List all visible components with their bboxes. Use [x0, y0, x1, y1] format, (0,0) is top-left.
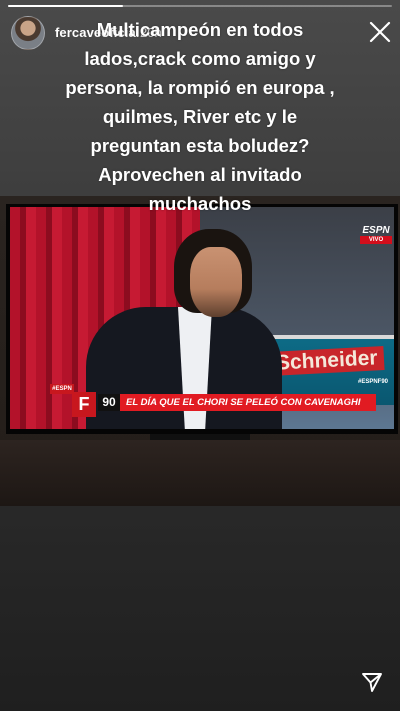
story-photo: ESPN VIVO Schneider #ESPNF90 #ESPN F 90 …	[0, 196, 400, 506]
story-view: fercaveoficial 20h ESPN VIVO Schneider #…	[0, 0, 400, 711]
tv-frame: ESPN VIVO Schneider #ESPNF90 #ESPN F 90 …	[6, 204, 398, 434]
person-face	[190, 247, 242, 317]
story-progress-bar	[8, 5, 392, 7]
channel-logo-text: ESPN	[362, 225, 390, 236]
user-avatar[interactable]	[11, 16, 45, 50]
sponsor-name: Schneider	[269, 346, 385, 376]
send-icon[interactable]	[360, 670, 384, 694]
tv-furniture	[0, 440, 400, 506]
show-number: 90	[98, 394, 120, 411]
lower-third-brand: #ESPN	[50, 384, 74, 394]
channel-live-tag: VIVO	[360, 236, 392, 244]
close-icon[interactable]	[366, 18, 394, 46]
tv-screen: ESPN VIVO Schneider #ESPNF90 #ESPN F 90 …	[10, 207, 394, 429]
tv-headline: EL DÍA QUE EL CHORI SE PELEÓ CON CAVENAG…	[120, 394, 376, 411]
show-letter-badge: F	[72, 392, 96, 417]
channel-logo: ESPN VIVO	[360, 225, 392, 245]
story-progress-fill	[8, 5, 124, 7]
story-caption: Multicampeón en todos lados,crack como a…	[65, 19, 335, 214]
tv-lower-third: #ESPN F 90 EL DÍA QUE EL CHORI SE PELEÓ …	[50, 384, 376, 417]
